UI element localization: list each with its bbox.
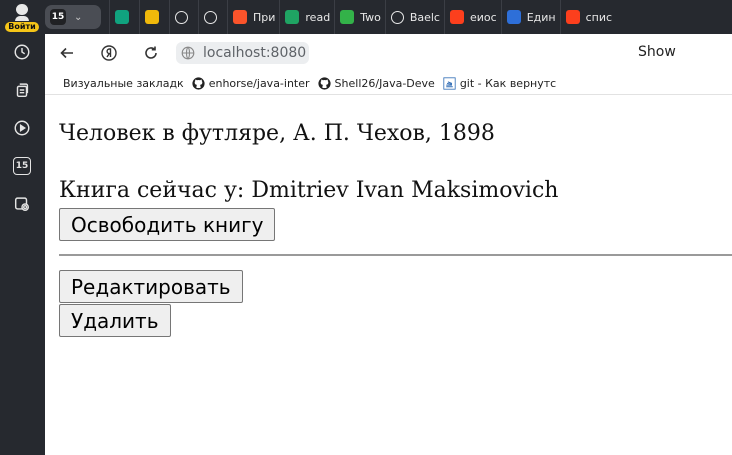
browser-tab[interactable]: read (279, 0, 334, 34)
browser-tab[interactable]: спис (559, 0, 616, 34)
login-label: Войти (5, 22, 39, 32)
page-title-show: Show (638, 44, 676, 60)
calendar-tab-icon: 15 (50, 9, 66, 25)
github-icon (204, 10, 217, 24)
yandex-icon (449, 10, 464, 24)
bookmarks-bar: Визуальные закладк enhorse/java-inter Shel… (45, 72, 732, 95)
tab-label: Baelc (409, 10, 440, 24)
reload-button[interactable] (140, 42, 162, 64)
bookmark-label: git - Как вернутс (459, 76, 557, 90)
divider (59, 254, 732, 256)
edit-button[interactable]: Редактировать (59, 270, 243, 303)
tab-label: Един (526, 10, 556, 24)
url-text: localhost:8080 (203, 45, 307, 61)
collections-icon[interactable] (11, 79, 33, 101)
sheet-icon (285, 10, 300, 24)
tab-label: read (305, 10, 331, 24)
avatar-icon (16, 4, 28, 16)
github-icon (317, 76, 331, 90)
release-book-button[interactable]: Освободить книгу (59, 208, 276, 241)
tab-label: При (253, 10, 276, 24)
browser-sidebar: Войти 15 (0, 0, 45, 455)
tab-group-button[interactable]: 15 ⌄ (45, 5, 101, 29)
address-bar[interactable]: localhost:8080 (176, 42, 309, 64)
book-title: Человек в футляре, А. П. Чехов, 1898 (59, 121, 495, 146)
media-icon[interactable] (11, 117, 33, 139)
screenshot-icon[interactable] (11, 193, 33, 215)
bookmark-label: Визуальные закладк (63, 76, 184, 90)
browser-tab[interactable]: еиос (443, 0, 501, 34)
navigation-bar: localhost:8080 Show (45, 34, 732, 72)
browser-tab[interactable]: Един (500, 0, 560, 34)
bookmark-label: Shell26/Java-Deve (334, 76, 435, 90)
tab-label: спис (585, 10, 613, 24)
browser-tab[interactable]: Baelc (384, 0, 444, 34)
login-button[interactable]: Войти (4, 2, 40, 32)
browser-tab[interactable]: При (227, 0, 279, 34)
ethereum-icon (145, 10, 159, 24)
yandex-icon (565, 10, 580, 24)
browser-tab[interactable] (109, 0, 139, 34)
feather-icon (340, 10, 355, 24)
chatgpt-icon (115, 10, 129, 24)
stackoverflow-icon (443, 76, 456, 90)
tab-bar: 15 ⌄ При read Two Baelc еиос Един спис (45, 0, 732, 34)
book-owner: Книга сейчас у: Dmitriev Ivan Maksimovic… (59, 178, 559, 203)
browser-tab[interactable] (169, 0, 198, 34)
globe-icon (181, 46, 195, 60)
tab-label: еиос (469, 10, 497, 24)
bookmark-item[interactable]: Визуальные закладк (63, 77, 184, 90)
github-icon (390, 10, 404, 24)
github-icon (192, 76, 205, 90)
drop-icon (506, 10, 521, 24)
back-button[interactable] (56, 42, 78, 64)
tab-label: Two (360, 10, 381, 24)
history-icon[interactable] (11, 41, 33, 63)
bookmark-item[interactable]: Shell26/Java-Deve (317, 76, 435, 90)
page-content: Человек в футляре, А. П. Чехов, 1898 Кни… (45, 95, 732, 455)
link-icon (175, 10, 188, 24)
tab-strip: При read Two Baelc еиос Един спис (109, 0, 616, 34)
bookmark-item[interactable]: git - Как вернутс (443, 77, 556, 90)
calendar-icon[interactable]: 15 (11, 155, 33, 177)
browser-tab[interactable] (139, 0, 169, 34)
brave-icon (233, 10, 247, 24)
bookmark-label: enhorse/java-inter (208, 76, 310, 90)
bookmark-item[interactable]: enhorse/java-inter (192, 77, 310, 90)
browser-tab[interactable] (198, 0, 227, 34)
chevron-down-icon: ⌄ (74, 11, 83, 23)
delete-button[interactable]: Удалить (59, 304, 171, 337)
yandex-button[interactable] (98, 42, 120, 64)
browser-tab[interactable]: Two (334, 0, 385, 34)
